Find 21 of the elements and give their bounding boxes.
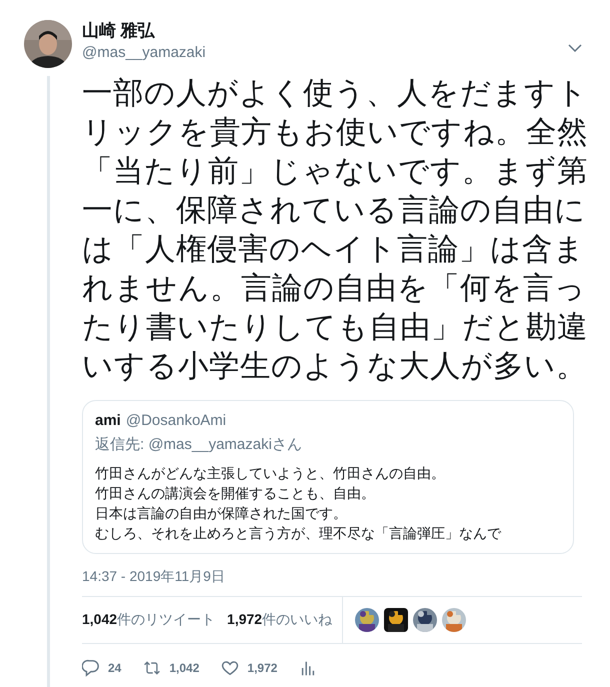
quoted-author-handle: @DosankoAmi [126,411,226,431]
quoted-text-line: 竹田さんの講演会を開催することも、自由。 [95,484,376,503]
chevron-down-icon[interactable] [568,44,582,52]
heart-icon[interactable] [221,659,240,677]
tweet-text: 一部の人がよく使う、人をだますトリックを貴方もお使いですね。全然「当たり前」じゃないです。まず第一に、保障されている言論の自由には「人権侵害のヘイト言論」は含まれません。言論の自由を「何を言ったり書いたりしても自由」だと勘違いする小学生のような大人が多い。 [82,75,589,385]
quoted-tweet-card[interactable]: ami @DosankoAmi 返信先: @mas__yamazakiさん 竹田さんがどんな主張していようと、竹田さんの自由。 竹田さんの講演会を開催することも、自由。 日本は言論の自由が保障された国です。 むしろ、それを止めろと言う方が、理不尽な「言論弾圧」なんで [82,400,574,554]
author-handle[interactable]: @mas__yamazaki [82,42,206,64]
quoted-text-line: むしろ、それを止めろと言う方が、理不尽な「言論弾圧」なんで [95,524,502,543]
quoted-text-line: 竹田さんがどんな主張していようと、竹田さんの自由。 [95,464,446,483]
action-count: 1,972 [247,661,278,675]
quoted-author-name: ami [95,411,121,431]
stat-link[interactable]: 1,042件のリツイート [82,611,216,629]
action-count: 24 [108,661,122,675]
retweet-icon[interactable] [143,659,162,677]
reply-to-text: 返信先: @mas__yamazakiさん [95,435,303,455]
action-count: 1,042 [169,661,200,675]
quoted-text-line: 日本は言論の自由が保障された国です。 [95,504,348,523]
stat-link[interactable]: 1,972件のいいね [227,611,332,629]
timestamp[interactable]: 14:37 - 2019年11月9日 [82,566,582,586]
reply-icon[interactable] [82,659,100,677]
author-name[interactable]: 山崎 雅弘 [82,20,206,42]
